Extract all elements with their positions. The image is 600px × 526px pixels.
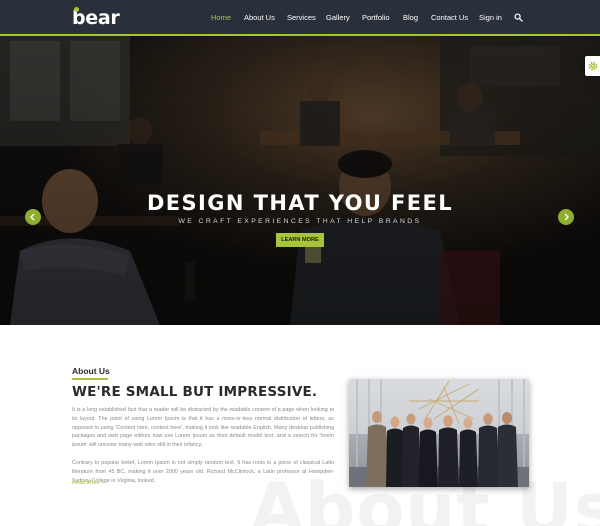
- nav-item-about-us[interactable]: About Us: [244, 13, 275, 22]
- hero-slider: DESIGN THAT YOU FEEL WE CRAFT EXPERIENCE…: [0, 36, 600, 325]
- nav-item-contact-us[interactable]: Contact Us: [431, 13, 468, 22]
- logo-accent-dot: [74, 7, 79, 12]
- nav-item-services[interactable]: Services: [287, 13, 316, 22]
- hero-subtitle: WE CRAFT EXPERIENCES THAT HELP BRANDS: [178, 218, 422, 225]
- site-logo[interactable]: bear: [72, 7, 120, 29]
- gear-icon: [588, 61, 598, 71]
- learn-more-button[interactable]: LEARN MORE: [276, 233, 324, 247]
- nav-item-sign-in[interactable]: Sign in: [479, 13, 502, 22]
- hero-title: DESIGN THAT YOU FEEL: [146, 191, 454, 215]
- nav-item-blog[interactable]: Blog: [403, 13, 418, 22]
- about-label-underline: [72, 378, 108, 380]
- slider-prev-button[interactable]: [25, 209, 41, 225]
- nav-item-portfolio[interactable]: Portfolio: [362, 13, 390, 22]
- site-header: bear Home About Us Services Gallery Port…: [0, 0, 600, 36]
- about-heading: WE'RE SMALL BUT IMPRESSIVE.: [72, 384, 318, 400]
- about-section: About Us About Us WE'RE SMALL BUT IMPRES…: [0, 325, 600, 526]
- logo-text: bear: [72, 7, 120, 29]
- team-photo: [349, 379, 529, 487]
- hero-background-photo: [0, 36, 600, 325]
- nav-item-gallery[interactable]: Gallery: [326, 13, 350, 22]
- about-paragraph-2: Contrary to popular belief, Lorem Ipsum …: [72, 460, 334, 484]
- chevron-right-icon: [564, 213, 569, 221]
- nav-item-home[interactable]: Home: [211, 13, 231, 22]
- search-icon[interactable]: [514, 13, 523, 22]
- settings-panel-toggle[interactable]: [585, 56, 600, 76]
- about-paragraph-1: It is a long established fact that a rea…: [72, 407, 334, 449]
- read-more-link[interactable]: Read More »: [72, 480, 104, 486]
- chevron-left-icon: [30, 213, 35, 221]
- about-section-label: About Us: [72, 366, 110, 376]
- slider-next-button[interactable]: [558, 209, 574, 225]
